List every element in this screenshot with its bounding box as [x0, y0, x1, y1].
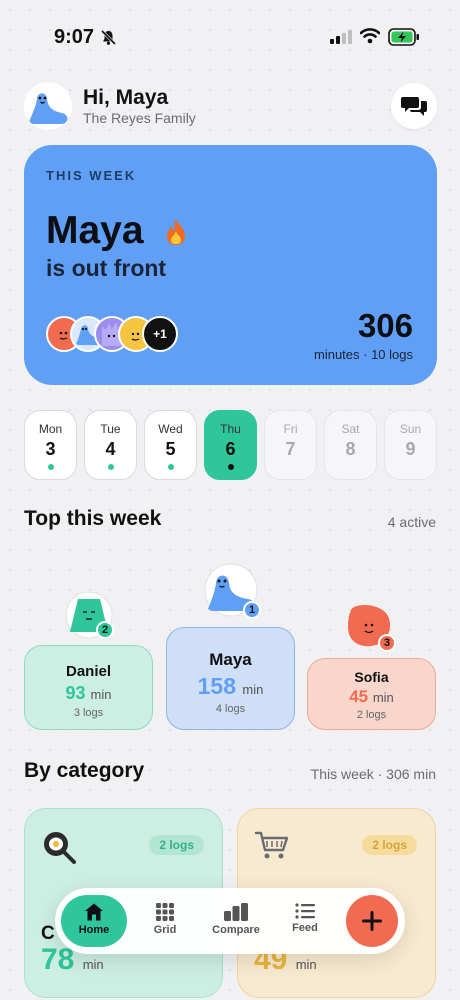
- user-avatar[interactable]: [24, 82, 72, 130]
- greeting-title: Hi, Maya: [83, 86, 169, 109]
- home-icon: [85, 903, 103, 921]
- day-name: Mon: [38, 422, 63, 436]
- rank-badge-2: 2: [96, 621, 114, 639]
- podium-logs: 2 logs: [356, 709, 387, 721]
- bell-off-icon: [100, 29, 117, 46]
- bottom-nav: Home Grid Compare Feed: [55, 888, 405, 954]
- podium-card-2[interactable]: Daniel 93 min 3 logs: [24, 645, 153, 730]
- shopping-cart-icon: [254, 831, 289, 859]
- nav-feed[interactable]: Feed: [277, 895, 333, 947]
- add-log-button[interactable]: [346, 895, 398, 947]
- seal-avatar-icon: [28, 93, 68, 124]
- day-name: Thu: [220, 422, 241, 436]
- nav-compare[interactable]: Compare: [205, 895, 267, 947]
- category-badge: 2 logs: [362, 835, 417, 855]
- podium-minutes: 93 min: [25, 683, 152, 704]
- podium-unit: min: [372, 690, 394, 705]
- podium-unit: min: [90, 687, 112, 702]
- day-number: 3: [45, 439, 56, 459]
- podium-card-1[interactable]: Maya 158 min 4 logs: [166, 627, 295, 730]
- chat-bubbles-icon: [401, 97, 427, 116]
- hero-summary: minutes · 10 logs: [314, 347, 413, 362]
- podium-logs: 4 logs: [215, 703, 246, 715]
- bar-chart-icon: [224, 903, 248, 921]
- day-name: Sun: [399, 422, 422, 436]
- logged-dot: [167, 464, 174, 470]
- day-number: 5: [165, 439, 176, 459]
- day-number: 9: [405, 439, 416, 459]
- weekly-leader-card[interactable]: THIS WEEK Maya is out front +1 306 minut…: [24, 145, 437, 385]
- battery-charging-icon: [388, 28, 419, 46]
- member-avatar-stack[interactable]: +1: [46, 316, 196, 352]
- day-name: Tue: [100, 422, 121, 436]
- podium-minutes: 158 min: [167, 673, 294, 700]
- hero-leader-name: Maya: [46, 209, 144, 252]
- podium-unit: min: [242, 682, 264, 697]
- day-number: 6: [225, 439, 236, 459]
- messages-button[interactable]: [391, 83, 437, 129]
- nav-feed-label: Feed: [292, 922, 318, 934]
- day-sun[interactable]: Sun 9: [384, 410, 437, 480]
- category-unit: min: [82, 957, 104, 972]
- podium-minutes-value: 45: [349, 687, 369, 706]
- podium-minutes-value: 93: [65, 683, 86, 703]
- leaderboard-title: Top this week: [24, 507, 162, 530]
- podium-minutes: 45 min: [308, 687, 435, 707]
- week-day-strip: Mon 3 Tue 4 Wed 5 Thu 6 Fri 7 Sat 8 Sun …: [24, 410, 437, 480]
- logged-dot: [47, 464, 54, 470]
- grid-icon: [156, 903, 174, 921]
- podium-name: Sofia: [354, 669, 389, 685]
- nav-home[interactable]: Home: [61, 895, 127, 947]
- nav-grid[interactable]: Grid: [137, 895, 193, 947]
- cellular-signal-icon: [330, 30, 352, 44]
- more-members-badge: +1: [142, 316, 178, 352]
- nav-grid-label: Grid: [153, 924, 177, 936]
- leaderboard-meta: 4 active: [387, 514, 436, 530]
- day-fri[interactable]: Fri 7: [264, 410, 317, 480]
- rank-badge-1: 1: [243, 601, 261, 619]
- day-mon[interactable]: Mon 3: [24, 410, 77, 480]
- logged-dot: [227, 464, 234, 470]
- status-bar: 9:07: [0, 0, 460, 64]
- fire-icon: [167, 219, 185, 245]
- plus-icon: [362, 911, 382, 931]
- day-tue[interactable]: Tue 4: [84, 410, 137, 480]
- podium-minutes-value: 158: [197, 673, 237, 699]
- nav-home-label: Home: [78, 924, 110, 936]
- category-meta: This week · 306 min: [310, 766, 436, 782]
- day-number: 7: [285, 439, 296, 459]
- podium-name: Daniel: [65, 663, 111, 680]
- day-name: Wed: [158, 422, 183, 436]
- rank-badge-3: 3: [378, 634, 396, 652]
- hero-week-label: THIS WEEK: [46, 168, 137, 183]
- logged-dot: [107, 464, 114, 470]
- day-name: Sat: [341, 422, 360, 436]
- status-time: 9:07: [54, 26, 95, 48]
- day-wed[interactable]: Wed 5: [144, 410, 197, 480]
- wifi-icon: [360, 28, 380, 44]
- day-thu[interactable]: Thu 6: [204, 410, 257, 480]
- category-name: C: [41, 923, 55, 944]
- category-title: By category: [24, 759, 145, 782]
- hero-total-minutes: 306: [357, 307, 413, 344]
- podium-card-3[interactable]: Sofia 45 min 2 logs: [307, 658, 436, 730]
- hero-subtitle: is out front: [46, 255, 167, 281]
- family-name: The Reyes Family: [83, 110, 196, 126]
- day-sat[interactable]: Sat 8: [324, 410, 377, 480]
- nav-compare-label: Compare: [212, 924, 260, 936]
- category-badge: 2 logs: [149, 835, 204, 855]
- podium-logs: 3 logs: [73, 707, 104, 719]
- day-number: 8: [345, 439, 356, 459]
- frying-pan-icon: [44, 832, 76, 864]
- list-icon: [295, 903, 315, 919]
- day-number: 4: [105, 439, 116, 459]
- category-unit: min: [295, 957, 317, 972]
- day-name: Fri: [283, 422, 298, 436]
- podium-name: Maya: [209, 650, 252, 669]
